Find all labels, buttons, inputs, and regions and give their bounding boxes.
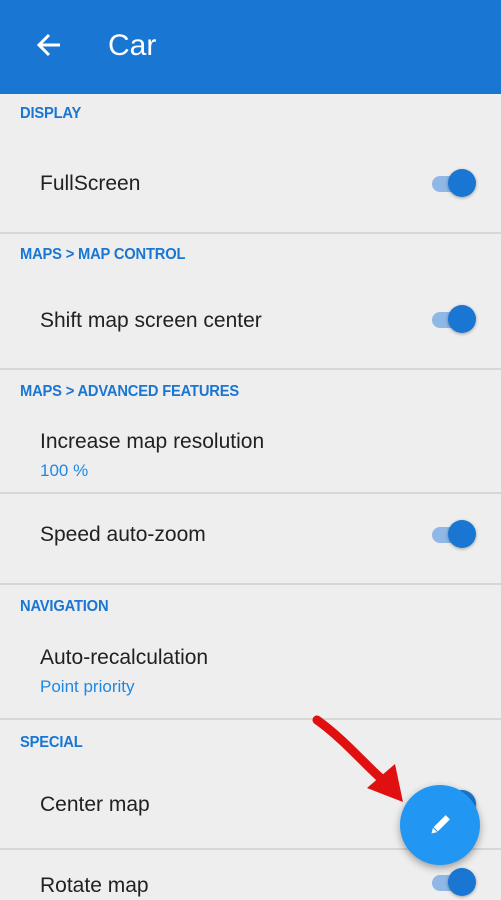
list-item-title: Auto-recalculation [40,646,209,669]
divider [0,368,501,370]
divider [0,718,501,720]
list-item-title: Rotate map [40,874,149,897]
app-bar: Car [0,0,501,94]
divider [0,583,501,585]
list-item-subtitle: Point priority [40,677,135,696]
section-header-map-control: MAPS > MAP CONTROL [20,246,186,263]
red-arrow-icon [305,710,415,810]
shift-map-center-toggle[interactable] [430,303,478,337]
pencil-icon [431,815,450,834]
list-item-title: Shift map screen center [40,309,262,332]
list-item-title: Speed auto-zoom [40,523,206,546]
section-header-navigation: NAVIGATION [20,598,109,615]
section-header-advanced-features: MAPS > ADVANCED FEATURES [20,383,240,400]
list-item-title: FullScreen [40,172,141,195]
list-item-title: Center map [40,793,150,816]
section-header-display: DISPLAY [20,105,82,122]
toggle-thumb [448,305,476,333]
divider [0,232,501,234]
list-item-subtitle: 100 % [40,461,89,480]
speed-auto-zoom-toggle[interactable] [430,518,478,552]
rotate-map-toggle[interactable] [430,866,478,900]
fullscreen-toggle[interactable] [430,167,478,201]
toggle-thumb [448,520,476,548]
arrow-back-icon[interactable] [36,30,62,60]
list-item-title: Increase map resolution [40,430,265,453]
section-header-special: SPECIAL [20,734,83,751]
divider [0,492,501,494]
page-title: Car [108,29,157,62]
toggle-thumb [448,169,476,197]
edit-fab-button[interactable] [400,785,480,865]
